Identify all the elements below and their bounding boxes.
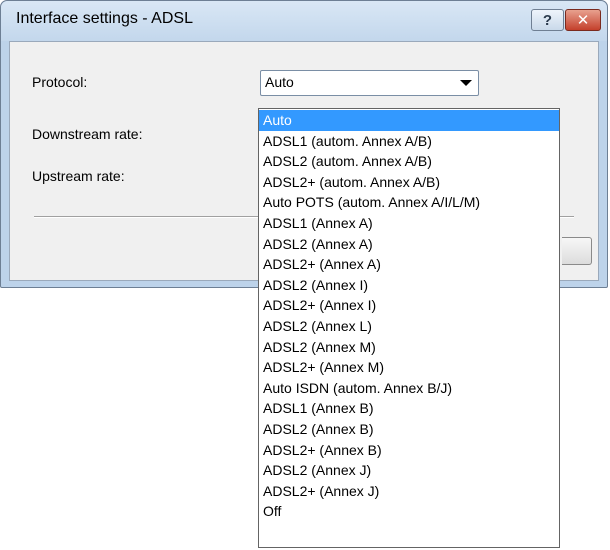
downstream-rate-label: Downstream rate: (32, 126, 143, 142)
protocol-select[interactable]: Auto (260, 70, 479, 96)
upstream-rate-label: Upstream rate: (32, 168, 125, 184)
dropdown-option[interactable]: ADSL2 (Annex I) (259, 275, 559, 296)
dropdown-option[interactable]: ADSL2 (Annex L) (259, 316, 559, 337)
dropdown-option[interactable]: ADSL2 (Annex J) (259, 460, 559, 481)
dropdown-option[interactable]: ADSL2+ (Annex B) (259, 440, 559, 461)
dropdown-option[interactable]: Auto (259, 110, 559, 131)
protocol-dropdown-list[interactable]: Auto ADSL1 (autom. Annex A/B) ADSL2 (autom… (258, 108, 560, 548)
dropdown-option[interactable]: ADSL1 (autom. Annex A/B) (259, 131, 559, 152)
dropdown-option[interactable]: Auto POTS (autom. Annex A/I/L/M) (259, 192, 559, 213)
protocol-label: Protocol: (32, 74, 88, 90)
dropdown-option[interactable]: ADSL2+ (Annex M) (259, 357, 559, 378)
dropdown-option[interactable]: ADSL2 (autom. Annex A/B) (259, 151, 559, 172)
dropdown-option[interactable]: ADSL2 (Annex M) (259, 337, 559, 358)
protocol-select-value: Auto (265, 74, 294, 90)
dropdown-option[interactable]: ADSL2+ (Annex J) (259, 481, 559, 502)
help-icon: ? (542, 11, 553, 29)
dialog-button-partial[interactable] (562, 237, 592, 265)
dropdown-option[interactable]: ADSL1 (Annex A) (259, 213, 559, 234)
help-button[interactable]: ? (531, 9, 564, 31)
title-bar[interactable]: Interface settings - ADSL ? ✕ (1, 1, 607, 41)
dropdown-option[interactable]: ADSL2+ (autom. Annex A/B) (259, 172, 559, 193)
dropdown-option[interactable]: Auto ISDN (autom. Annex B/J) (259, 378, 559, 399)
dropdown-option[interactable]: ADSL2 (Annex A) (259, 234, 559, 255)
close-button[interactable]: ✕ (565, 9, 601, 31)
dropdown-option[interactable]: ADSL2 (Annex B) (259, 419, 559, 440)
chevron-down-icon[interactable] (460, 80, 472, 86)
dropdown-option[interactable]: ADSL2+ (Annex A) (259, 254, 559, 275)
window-title: Interface settings - ADSL (16, 10, 193, 27)
dropdown-option[interactable]: Off (259, 501, 559, 522)
dropdown-option[interactable]: ADSL1 (Annex B) (259, 398, 559, 419)
dropdown-option[interactable]: ADSL2+ (Annex I) (259, 295, 559, 316)
close-icon: ✕ (576, 12, 590, 29)
